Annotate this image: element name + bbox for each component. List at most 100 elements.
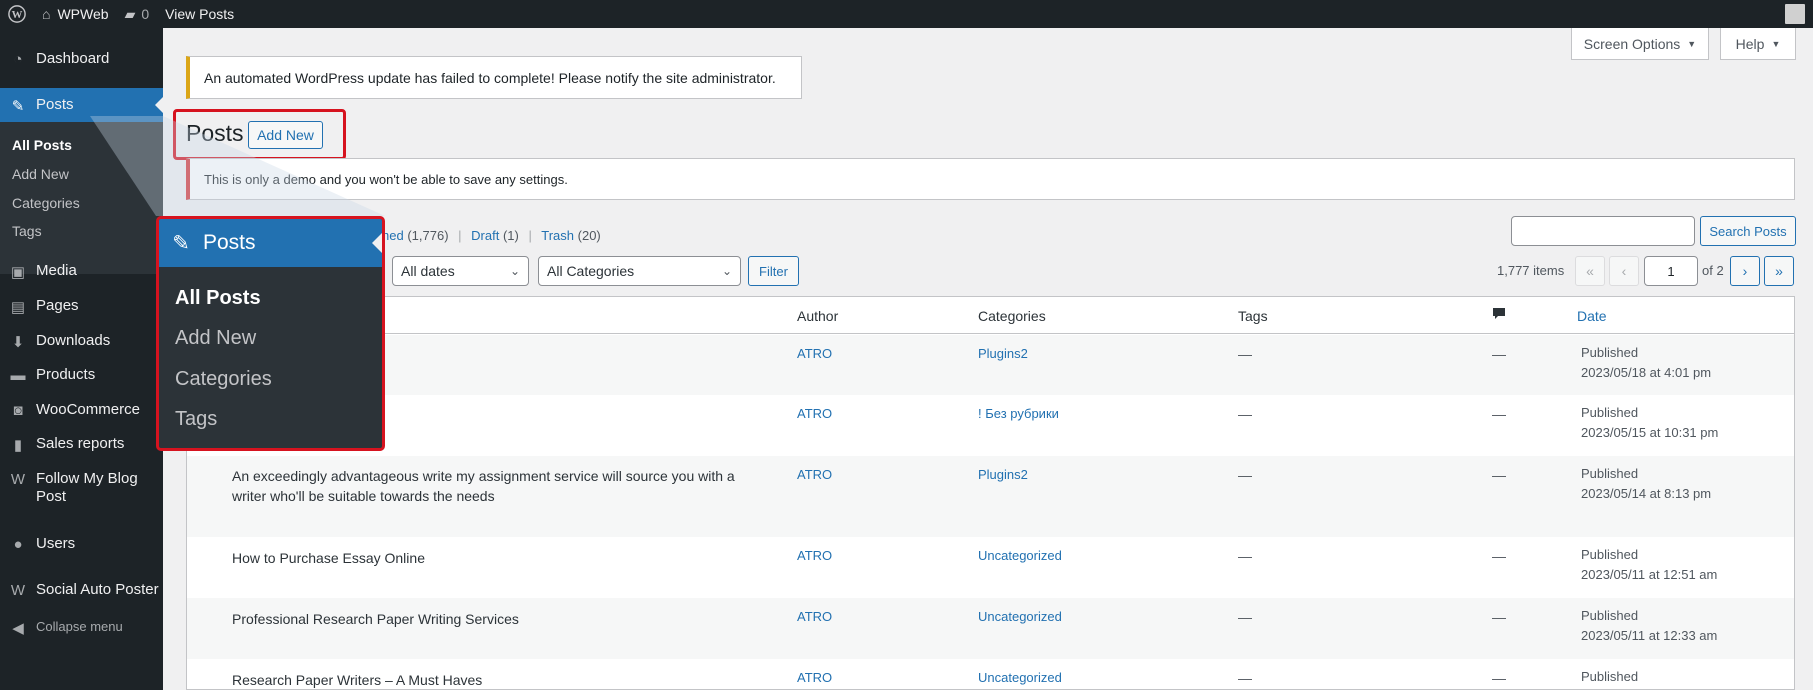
current-page-input[interactable]: 1 bbox=[1644, 256, 1698, 286]
submenu-categories[interactable]: Categories bbox=[12, 195, 80, 211]
post-comments: — bbox=[1492, 548, 1506, 564]
post-tags: — bbox=[1238, 406, 1252, 422]
download-icon: ⬇ bbox=[11, 334, 25, 351]
post-date: Published 2023/05/14 at 8:13 pm bbox=[1581, 466, 1712, 501]
post-tags: — bbox=[1238, 346, 1252, 362]
comments-link[interactable]: ▰ 0 bbox=[117, 0, 158, 28]
status-trash-link[interactable]: Trash bbox=[541, 228, 574, 243]
users-icon: ● bbox=[13, 536, 23, 553]
search-posts-button[interactable]: Search Posts bbox=[1700, 216, 1796, 246]
sidebar-item-posts[interactable]: ✎ Posts bbox=[0, 88, 163, 122]
post-date: Published 2023/05/11 at 12:51 am bbox=[1581, 547, 1718, 582]
wordpress-logo-icon[interactable]: W bbox=[0, 0, 34, 28]
post-status-links: hed (1,776) | Draft (1) | Trash (20) bbox=[382, 228, 601, 243]
chevron-down-icon: ⌄ bbox=[509, 264, 520, 278]
post-title-link[interactable]: Professional Research Paper Writing Serv… bbox=[232, 609, 762, 629]
update-failed-notice: An automated WordPress update has failed… bbox=[186, 56, 802, 99]
sidebar-item-social-auto-poster[interactable]: W Social Auto Poster bbox=[0, 581, 163, 599]
post-category-link[interactable]: ! Без рубрики bbox=[978, 406, 1059, 421]
categories-select[interactable]: All Categories ⌄ bbox=[538, 256, 741, 286]
screen-options-button[interactable]: Screen Options ▼ bbox=[1571, 28, 1709, 60]
dashboard-icon: ◔ bbox=[13, 51, 23, 68]
table-header: Author Categories Tags Date bbox=[187, 297, 1794, 334]
post-date: Published 2023/05/11 at 12:33 am bbox=[1581, 608, 1718, 643]
comments-column-icon[interactable] bbox=[1492, 307, 1506, 324]
total-pages: of 2 bbox=[1702, 263, 1724, 278]
items-count: 1,777 items bbox=[1497, 263, 1565, 278]
callout-categories[interactable]: Categories bbox=[175, 368, 272, 391]
sidebar-item-dashboard[interactable]: ◔ Dashboard bbox=[0, 50, 163, 68]
status-published-link[interactable]: hed bbox=[382, 228, 404, 243]
sidebar-item-media[interactable]: ▣ Media bbox=[0, 262, 163, 281]
post-title-link[interactable]: How to Purchase Essay Online bbox=[232, 548, 762, 568]
post-author-link[interactable]: ATRO bbox=[797, 548, 832, 563]
posts-menu-zoom-callout: ✎ Posts All Posts Add New Categories Tag… bbox=[156, 216, 385, 451]
next-page-button[interactable]: › bbox=[1730, 256, 1760, 286]
post-category-link[interactable]: Plugins2 bbox=[978, 346, 1028, 361]
follow-icon: W bbox=[10, 471, 26, 488]
sidebar-item-products[interactable]: ▬ Products bbox=[0, 366, 163, 384]
site-name-link[interactable]: ⌂ WPWeb bbox=[34, 0, 117, 28]
column-date-sort[interactable]: Date bbox=[1577, 308, 1607, 324]
first-page-button[interactable]: « bbox=[1575, 256, 1605, 286]
collapse-menu-button[interactable]: ◀ Collapse menu bbox=[0, 618, 163, 637]
sidebar-item-downloads[interactable]: ⬇ Downloads bbox=[0, 332, 163, 351]
sidebar-item-pages[interactable]: ▤ Pages bbox=[0, 297, 163, 316]
submenu-add-new[interactable]: Add New bbox=[12, 166, 69, 182]
table-row: Professional Research Paper Writing Serv… bbox=[187, 598, 1794, 659]
callout-posts-header[interactable]: ✎ Posts bbox=[159, 219, 382, 267]
filter-button[interactable]: Filter bbox=[748, 256, 799, 286]
post-author-link[interactable]: ATRO bbox=[797, 467, 832, 482]
view-posts-link[interactable]: View Posts bbox=[157, 0, 242, 28]
column-author: Author bbox=[797, 308, 839, 324]
bar-chart-icon: ▮ bbox=[13, 437, 23, 454]
post-title-link[interactable]: An exceedingly advantageous write my ass… bbox=[232, 466, 762, 506]
post-date: Published bbox=[1581, 669, 1639, 684]
user-avatar[interactable] bbox=[1785, 4, 1805, 24]
callout-all-posts[interactable]: All Posts bbox=[175, 287, 261, 310]
prev-page-button[interactable]: ‹ bbox=[1609, 256, 1639, 286]
post-author-link[interactable]: ATRO bbox=[797, 406, 832, 421]
search-posts-input[interactable] bbox=[1511, 216, 1695, 246]
callout-tags[interactable]: Tags bbox=[175, 408, 217, 431]
pin-icon: ✎ bbox=[172, 231, 190, 255]
posts-submenu: All Posts Add New Categories Tags bbox=[0, 122, 163, 274]
post-tags: — bbox=[1238, 609, 1252, 625]
sidebar-item-sales-reports[interactable]: ▮ Sales reports bbox=[0, 435, 163, 454]
chevron-down-icon: ⌄ bbox=[721, 264, 732, 278]
status-draft-link[interactable]: Draft bbox=[471, 228, 499, 243]
dates-select[interactable]: All dates ⌄ bbox=[392, 256, 529, 286]
post-title-link[interactable]: Research Paper Writers – A Must Haves bbox=[232, 670, 762, 689]
post-comments: — bbox=[1492, 467, 1506, 483]
post-author-link[interactable]: ATRO bbox=[797, 670, 832, 685]
media-icon: ▣ bbox=[10, 264, 26, 281]
last-page-button[interactable]: » bbox=[1764, 256, 1794, 286]
pages-icon: ▤ bbox=[10, 299, 26, 316]
submenu-all-posts[interactable]: All Posts bbox=[12, 137, 72, 153]
table-row: Research Paper Writers – A Must Haves AT… bbox=[187, 659, 1794, 689]
sidebar-item-woocommerce[interactable]: ◙ WooCommerce bbox=[0, 401, 163, 419]
sidebar-item-users[interactable]: ● Users bbox=[0, 535, 163, 553]
post-category-link[interactable]: Uncategorized bbox=[978, 609, 1062, 624]
caret-down-icon: ▼ bbox=[1687, 38, 1697, 49]
column-tags: Tags bbox=[1238, 308, 1268, 324]
help-button[interactable]: Help ▼ bbox=[1720, 28, 1796, 60]
post-author-link[interactable]: ATRO bbox=[797, 346, 832, 361]
collapse-icon: ◀ bbox=[12, 620, 24, 637]
post-date: Published 2023/05/18 at 4:01 pm bbox=[1581, 345, 1712, 380]
demo-notice: This is only a demo and you won't be abl… bbox=[186, 158, 1795, 200]
submenu-tags[interactable]: Tags bbox=[12, 223, 42, 239]
post-comments: — bbox=[1492, 670, 1506, 686]
post-author-link[interactable]: ATRO bbox=[797, 609, 832, 624]
callout-add-new[interactable]: Add New bbox=[175, 327, 256, 350]
post-category-link[interactable]: Uncategorized bbox=[978, 670, 1062, 685]
table-row: How to Purchase Essay Online ATRO Uncate… bbox=[187, 537, 1794, 598]
post-category-link[interactable]: Uncategorized bbox=[978, 548, 1062, 563]
post-category-link[interactable]: Plugins2 bbox=[978, 467, 1028, 482]
post-comments: — bbox=[1492, 406, 1506, 422]
sidebar-item-follow-my-blog-post[interactable]: W Follow My Blog Post bbox=[0, 470, 163, 506]
post-tags: — bbox=[1238, 467, 1252, 483]
admin-sidebar: ◔ Dashboard ✎ Posts All Posts Add New Ca… bbox=[0, 28, 163, 690]
pin-icon: ✎ bbox=[11, 97, 25, 115]
home-icon: ⌂ bbox=[42, 6, 51, 22]
